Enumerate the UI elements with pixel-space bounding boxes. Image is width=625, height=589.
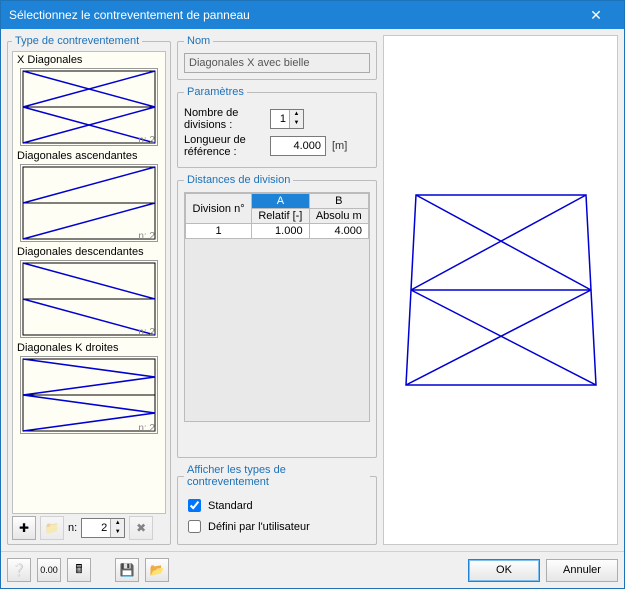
open-icon[interactable]: 📂 [145,558,169,582]
delete-icon: ✖ [129,516,153,540]
length-label: Longueur de référence : [184,134,264,158]
units-icon[interactable]: 0.00 [37,558,61,582]
type-item-x-diagonales[interactable]: X Diagonales n: 2 [13,52,165,148]
table-row: 1 1.000 4.000 [186,224,369,239]
type-toolbar: ✚ 📁 n: ▲▼ ✖ [12,514,166,540]
save-icon[interactable]: 💾 [115,558,139,582]
help-icon[interactable]: ❔ [7,558,31,582]
divisions-input[interactable] [271,110,289,128]
type-group-title: Type de contreventement [12,35,142,47]
user-defined-checkbox[interactable]: Défini par l'utilisateur [184,517,370,536]
close-icon[interactable]: ✕ [576,1,616,29]
type-list[interactable]: X Diagonales n: 2 [12,51,166,514]
n-input[interactable] [82,519,110,537]
dialog-footer: ❔ 0.00 🖩 💾 📂 OK Annuler [1,551,624,588]
divisions-spinner[interactable]: ▲▼ [270,109,304,129]
ok-button[interactable]: OK [468,559,540,582]
new-icon[interactable]: ✚ [12,516,36,540]
calc-icon[interactable]: 🖩 [67,558,91,582]
window-title: Sélectionnez le contreventement de panne… [9,8,576,22]
type-item-descendantes[interactable]: Diagonales descendantes n: 2 [13,244,165,340]
standard-checkbox[interactable]: Standard [184,496,370,515]
titlebar: Sélectionnez le contreventement de panne… [1,1,624,29]
chevron-up-icon[interactable]: ▲ [111,519,124,528]
distances-table[interactable]: Division n° A B Relatif [-] Absolu m 1 1… [184,192,370,422]
thumb-ascendantes: n: 2 [20,164,158,242]
chevron-up-icon[interactable]: ▲ [290,110,303,119]
divisions-label: Nombre de divisions : [184,107,264,131]
preview-drawing [396,185,606,395]
type-group: Type de contreventement X Diagonales [7,35,171,545]
dialog-window: Sélectionnez le contreventement de panne… [0,0,625,589]
chevron-down-icon[interactable]: ▼ [111,528,124,537]
thumb-k-droites: n: 2 [20,356,158,434]
length-input[interactable] [270,136,326,156]
show-types-group: Afficher les types de contreventement St… [177,464,377,545]
params-group: Paramètres Nombre de divisions : ▲▼ Long… [177,86,377,168]
length-unit: [m] [332,140,347,152]
preview-pane [383,35,618,545]
cancel-button[interactable]: Annuler [546,559,618,582]
distances-group: Distances de division Division n° A B Re… [177,174,377,458]
type-item-ascendantes[interactable]: Diagonales ascendantes n: 2 [13,148,165,244]
name-field [184,53,370,73]
thumb-descendantes: n: 2 [20,260,158,338]
n-spinner[interactable]: ▲▼ [81,518,125,538]
name-group: Nom [177,35,377,80]
thumb-x-diagonales: n: 2 [20,68,158,146]
type-item-k-droites[interactable]: Diagonales K droites n: 2 [13,340,165,436]
n-label: n: [68,522,77,534]
chevron-down-icon[interactable]: ▼ [290,119,303,128]
folder-icon: 📁 [40,516,64,540]
